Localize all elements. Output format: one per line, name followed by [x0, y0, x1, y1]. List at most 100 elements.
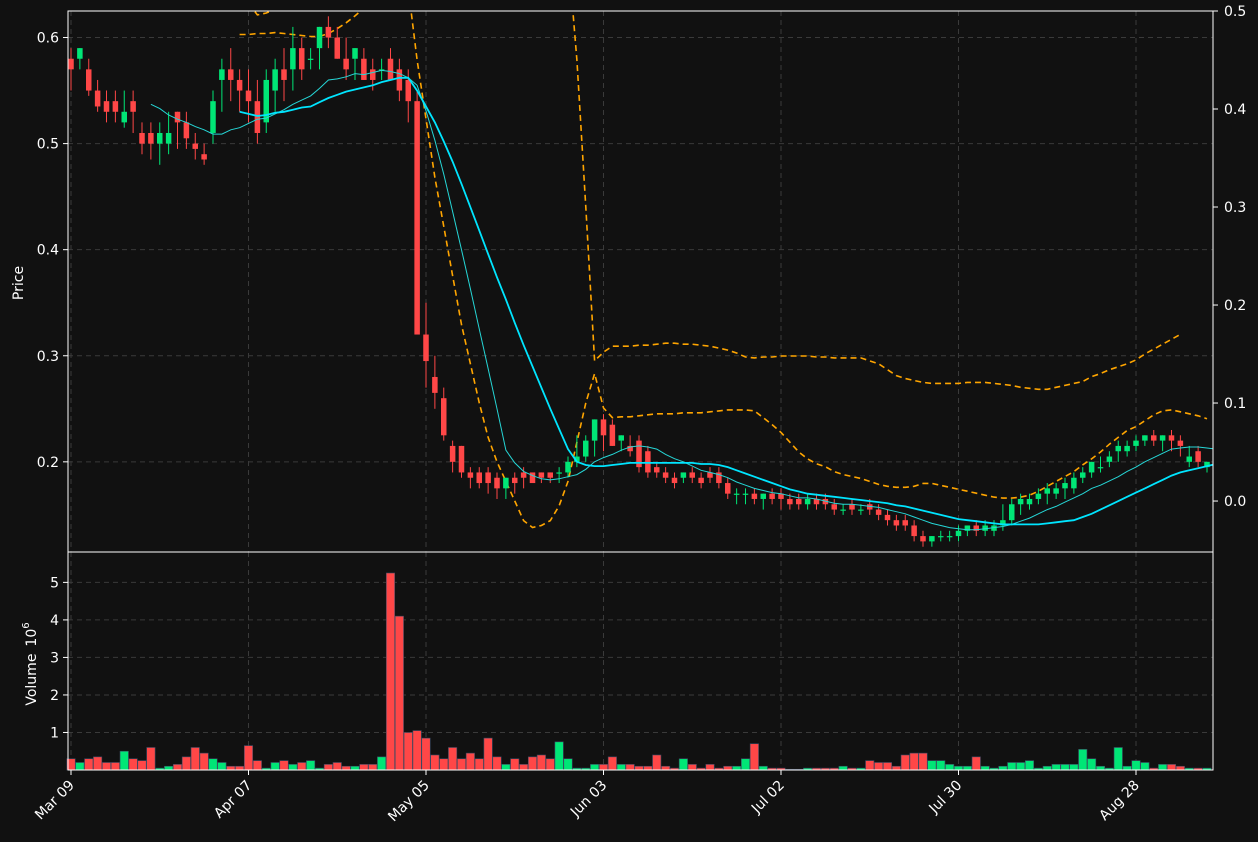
volume-axis-label: Volume 106 — [21, 622, 40, 705]
volume-bar — [84, 758, 94, 771]
volume-bar — [101, 762, 112, 771]
candle-body — [1079, 472, 1086, 478]
candle-body — [760, 493, 767, 499]
volume-bar — [740, 758, 751, 771]
candle-body — [840, 509, 846, 511]
volume-bar — [510, 758, 520, 771]
candle-body — [325, 26, 332, 38]
volume-bar — [377, 756, 387, 771]
candle-body — [1150, 435, 1157, 441]
volume-bar — [279, 760, 289, 771]
candle-body — [1115, 445, 1122, 452]
volume-bar — [882, 762, 893, 771]
candle-body — [1008, 504, 1015, 521]
price-tick-label: 0.4 — [37, 243, 59, 259]
volume-bar — [146, 747, 156, 771]
volume-bar — [527, 756, 538, 771]
volume-tick-label: 5 — [50, 575, 59, 591]
volume-bar — [563, 758, 573, 771]
candle-body — [281, 69, 287, 80]
volume-bar — [448, 747, 458, 771]
volume-bar — [909, 752, 919, 771]
volume-bar — [678, 758, 688, 771]
candle-body — [742, 493, 749, 495]
candle-body — [733, 493, 740, 495]
candle-body — [1195, 451, 1201, 462]
volume-bar — [137, 760, 147, 771]
volume-bar — [1007, 762, 1017, 771]
volume-bar — [705, 764, 715, 771]
volume-bar — [652, 754, 662, 771]
volume-bar — [1051, 764, 1061, 771]
candle-body — [254, 101, 261, 133]
candle-body — [769, 493, 775, 499]
volume-bar — [1113, 747, 1123, 771]
volume-label-exponent-base: 10 — [24, 629, 40, 647]
candle-body — [787, 498, 793, 505]
candlestick-chart: 0.2 0.3 0.4 0.5 0.6 0.0 0.1 0.2 0.3 0.4 0.5 1 2 3 4 5… — [0, 0, 1258, 842]
volume-tick-label: 4 — [50, 613, 59, 629]
volume-bar — [971, 756, 981, 771]
candle-body — [183, 122, 190, 139]
volume-bar — [430, 754, 440, 771]
candle-body — [511, 477, 518, 484]
candle-body — [1186, 456, 1193, 462]
candle-body — [858, 509, 864, 511]
candle-body — [671, 477, 678, 484]
candle-body — [307, 58, 314, 60]
volume-bar — [536, 754, 546, 771]
candle-body — [68, 58, 74, 70]
volume-bar — [421, 737, 431, 771]
candle-body — [893, 520, 900, 526]
volume-bar — [554, 741, 564, 771]
volume-bar — [306, 760, 316, 771]
volume-bar — [643, 765, 653, 771]
candle-body — [937, 536, 944, 538]
candle-body — [156, 132, 163, 144]
volume-bar — [980, 765, 990, 771]
candle-body — [884, 514, 891, 521]
candle-body — [1053, 488, 1059, 494]
volume-bar — [341, 765, 351, 771]
secondary-tick-label: 0.0 — [1224, 494, 1246, 510]
candle-body — [751, 493, 758, 499]
volume-tick-label: 2 — [50, 688, 59, 704]
volume-bar — [403, 732, 413, 771]
candle-body — [1097, 467, 1104, 469]
candle-body — [689, 472, 696, 478]
volume-bar — [412, 730, 422, 771]
candle-body — [316, 26, 323, 49]
candle-body — [1133, 440, 1139, 446]
candle-body — [1017, 498, 1024, 505]
candle-body — [343, 58, 349, 70]
candle-body — [1106, 456, 1113, 462]
volume-bar — [1024, 760, 1035, 771]
candle-body — [565, 461, 571, 473]
candle-body — [849, 504, 855, 510]
candle-body — [334, 37, 341, 59]
volume-bar — [1016, 762, 1026, 771]
candle-body — [1044, 488, 1051, 494]
volume-bar — [723, 765, 733, 771]
candle-body — [680, 472, 687, 478]
volume-bar — [998, 765, 1008, 771]
candle-body — [618, 435, 625, 441]
volume-bar — [927, 760, 937, 771]
volume-bar — [128, 758, 138, 771]
volume-bar — [199, 752, 209, 771]
volume-bar — [332, 762, 342, 771]
candle-body — [227, 69, 234, 80]
volume-bar — [110, 762, 120, 771]
volume-bar — [598, 764, 609, 771]
candle-body — [831, 504, 838, 510]
volume-bar — [323, 764, 333, 771]
candle-body — [946, 536, 953, 538]
volume-bar — [297, 762, 307, 771]
volume-bar — [119, 750, 129, 771]
volume-bar — [758, 765, 768, 771]
candle-body — [94, 90, 101, 107]
candle-body — [1124, 445, 1130, 452]
volume-bar — [1140, 762, 1150, 771]
volume-bar — [661, 765, 671, 771]
volume-bar — [243, 745, 254, 771]
